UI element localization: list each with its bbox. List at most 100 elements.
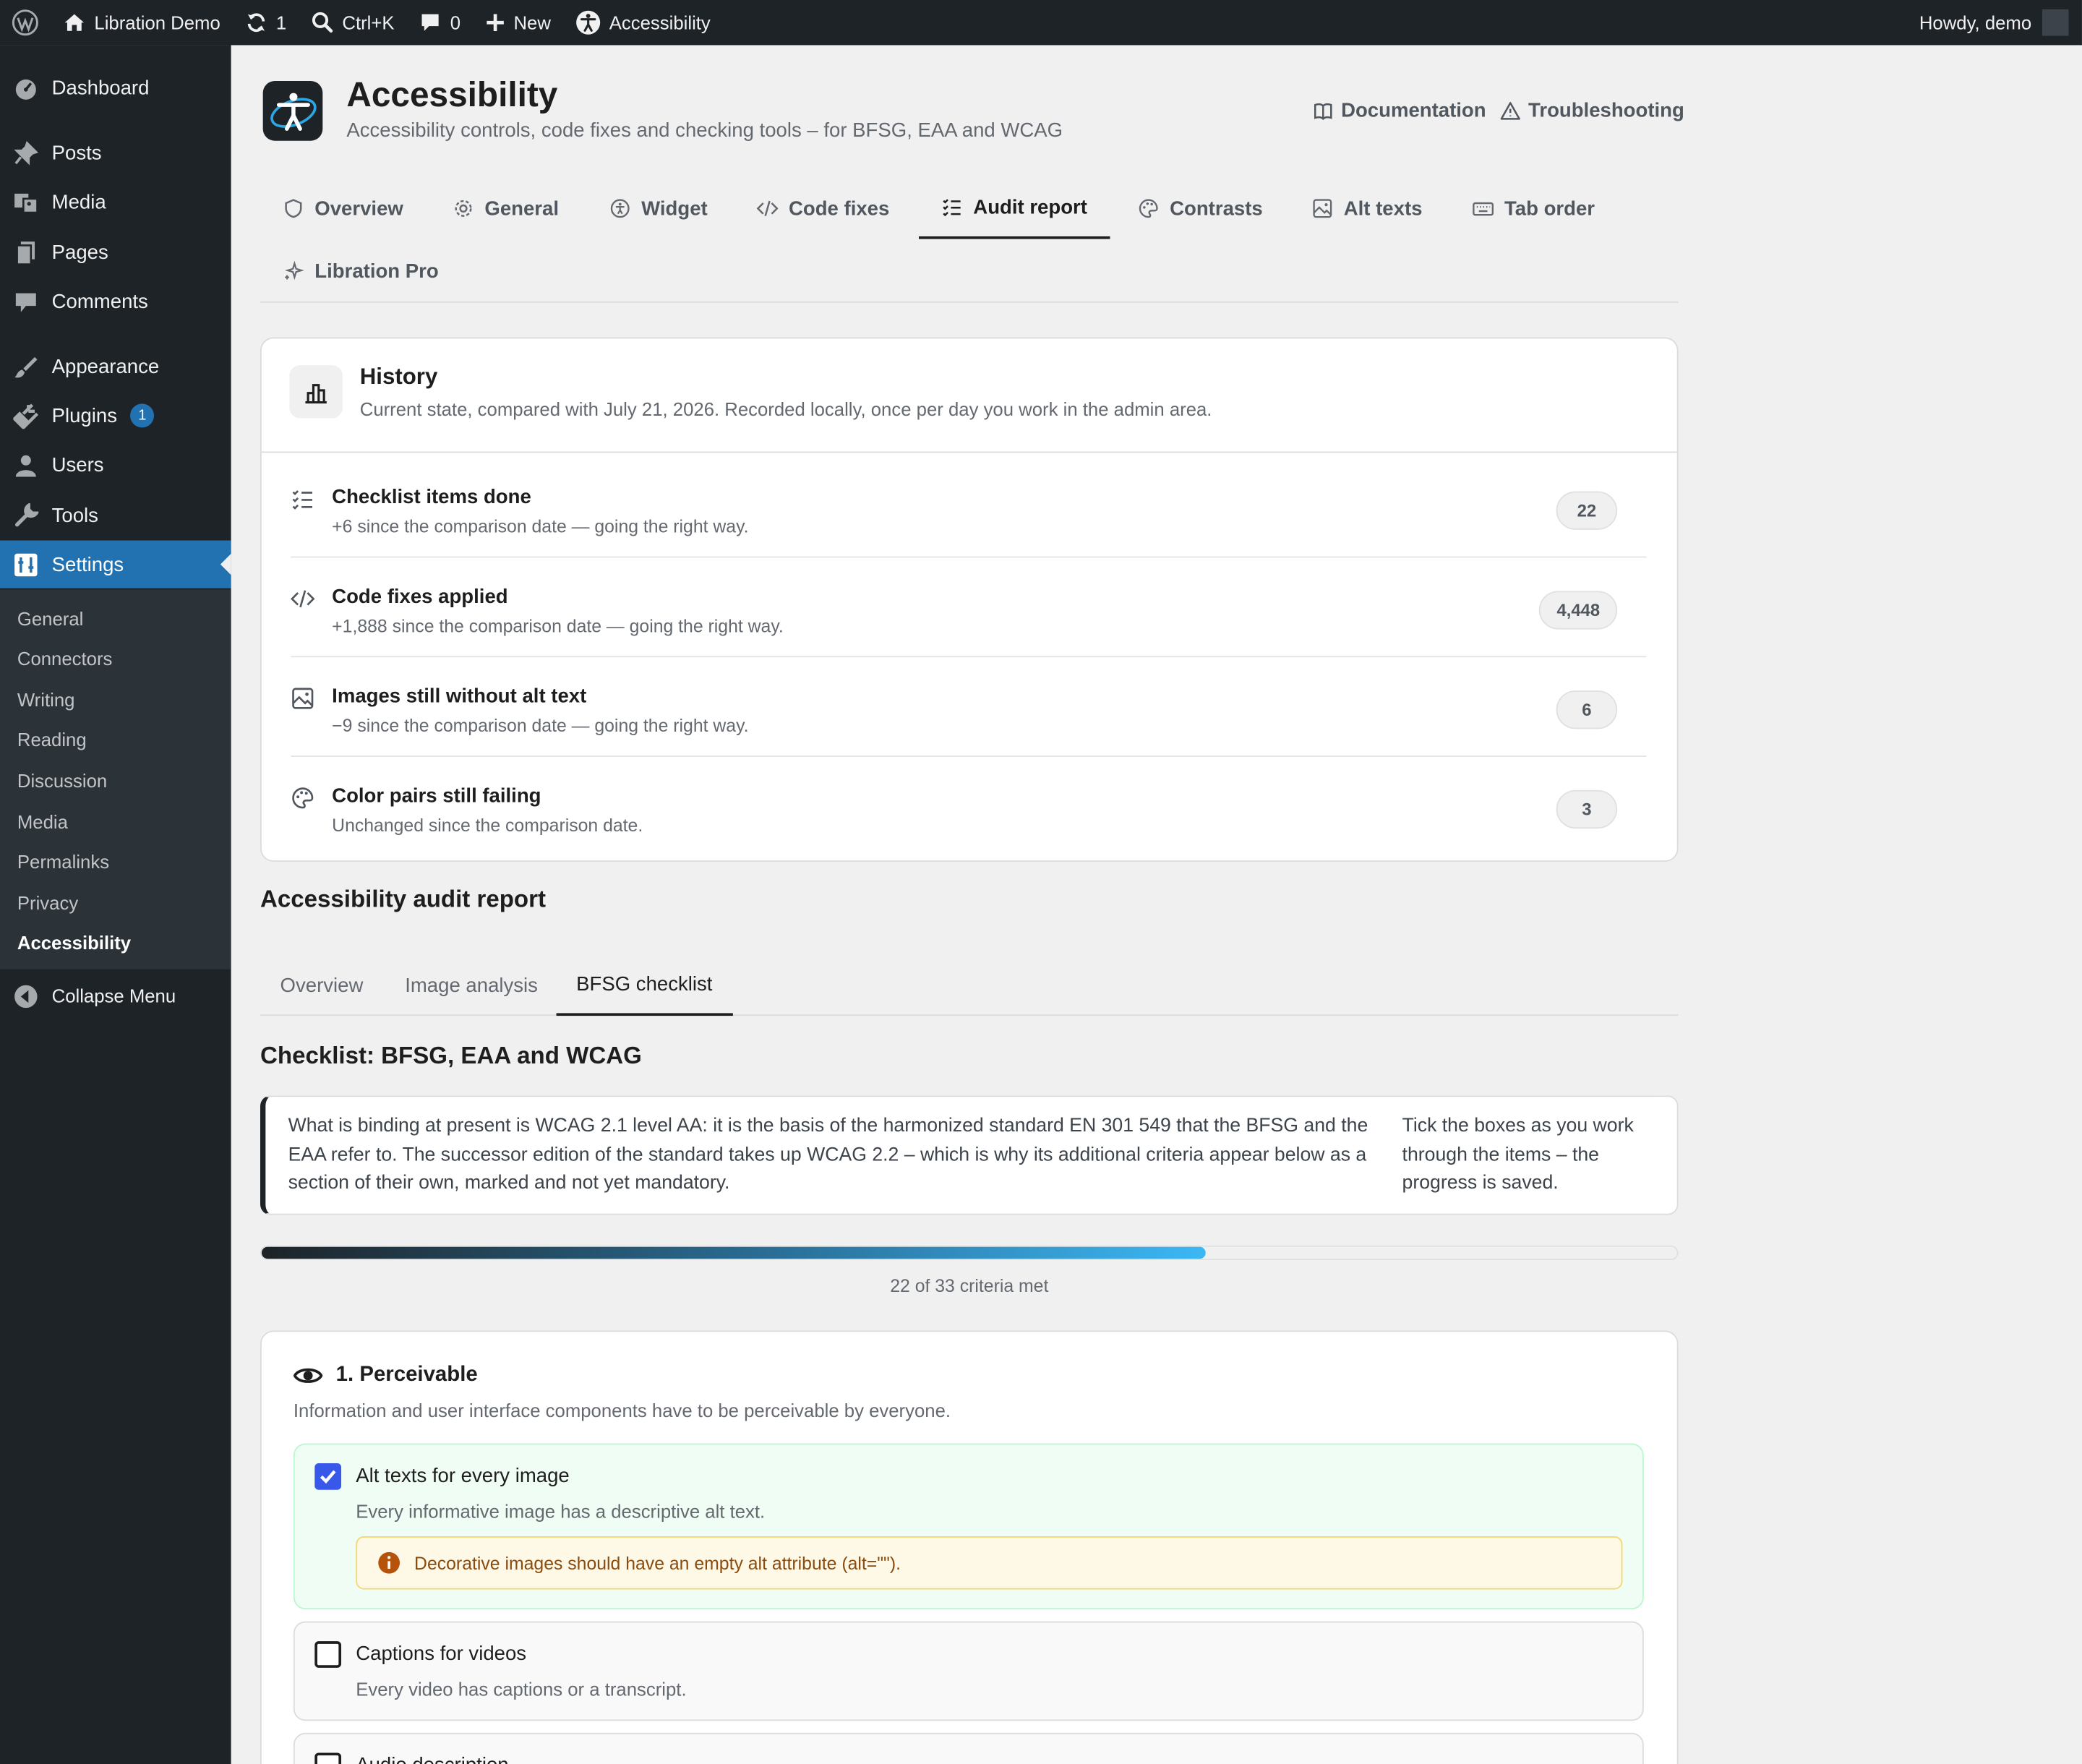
criterion-title: Audio description — [356, 1754, 508, 1764]
criterion-audio-description: Audio description — [293, 1732, 1644, 1764]
criterion-checkbox[interactable] — [314, 1463, 342, 1490]
tab-alt-texts[interactable]: Alt texts — [1289, 178, 1444, 239]
pin-icon — [13, 140, 39, 166]
tab-label: Contrasts — [1170, 197, 1263, 220]
documentation-link[interactable]: Documentation — [1313, 100, 1486, 122]
submenu-reading[interactable]: Reading — [17, 729, 87, 750]
criterion-alt-texts: Alt texts for every image Every informat… — [293, 1443, 1644, 1610]
documentation-label: Documentation — [1341, 99, 1486, 122]
menu-item-users[interactable]: Users — [0, 441, 231, 489]
menu-label-tools: Tools — [51, 504, 98, 527]
tab-label: Code fixes — [788, 197, 890, 220]
history-row-desc: +6 since the comparison date — going the… — [332, 516, 749, 537]
checklist-progress-label: 22 of 33 criteria met — [890, 1276, 1049, 1296]
menu-item-plugins[interactable]: Plugins 1 — [0, 392, 231, 440]
subtab-image-analysis[interactable]: Image analysis — [385, 956, 558, 1016]
wordpress-logo-button[interactable] — [0, 0, 51, 45]
menu-label-plugins: Plugins — [51, 404, 118, 427]
history-row-title: Color pairs still failing — [332, 784, 541, 808]
tab-contrasts[interactable]: Contrasts — [1115, 178, 1285, 239]
search-icon — [312, 12, 333, 33]
submenu-discussion[interactable]: Discussion — [17, 770, 107, 791]
code-icon — [756, 200, 779, 216]
accessibility-label: Accessibility — [609, 12, 711, 33]
comments-link[interactable]: 0 — [406, 0, 472, 45]
updates-link[interactable]: 1 — [232, 0, 298, 45]
checkmark-icon — [320, 1470, 336, 1484]
submenu-media[interactable]: Media — [17, 811, 68, 832]
menu-item-appearance[interactable]: Appearance — [0, 343, 231, 390]
comments-icon — [13, 288, 38, 314]
tab-overview[interactable]: Overview — [260, 178, 426, 239]
bar-chart-icon — [289, 365, 343, 419]
criterion-checkbox[interactable] — [314, 1752, 342, 1764]
comments-count: 0 — [450, 12, 461, 33]
menu-item-dashboard[interactable]: Dashboard — [0, 64, 231, 111]
menu-item-pages[interactable]: Pages — [0, 228, 231, 276]
current-menu-arrow — [220, 553, 231, 575]
history-row-title: Images still without alt text — [332, 685, 587, 708]
gear-icon — [455, 200, 472, 217]
menu-item-tools[interactable]: Tools — [0, 492, 231, 539]
submenu-permalinks[interactable]: Permalinks — [17, 851, 109, 872]
wrench-icon — [13, 502, 39, 528]
sparkle-icon — [284, 260, 304, 281]
tab-general[interactable]: General — [430, 178, 581, 239]
app-root: Libration Demo 1 Ctrl+K 0 New Accessibil… — [0, 0, 2082, 1764]
submenu-privacy[interactable]: Privacy — [17, 892, 78, 913]
palette-icon — [291, 786, 314, 816]
pages-icon — [13, 240, 38, 265]
tab-code-fixes[interactable]: Code fixes — [734, 178, 912, 239]
accessibility-adminbar-link[interactable]: Accessibility — [562, 0, 722, 45]
main-content: Accessibility Accessibility controls, co… — [231, 45, 2082, 1764]
submenu-accessibility[interactable]: Accessibility — [17, 932, 131, 953]
collapse-menu-button[interactable]: Collapse Menu — [0, 972, 231, 1019]
new-label: New — [513, 12, 551, 33]
home-icon — [64, 14, 85, 31]
tab-libration-pro[interactable]: Libration Pro — [260, 240, 461, 301]
menu-item-media[interactable]: Media — [0, 178, 231, 226]
tab-tab-order[interactable]: Tab order — [1450, 178, 1618, 239]
new-content-link[interactable]: New — [473, 0, 563, 45]
menu-item-comments[interactable]: Comments — [0, 278, 231, 325]
menu-label-users: Users — [51, 453, 104, 476]
submenu-writing[interactable]: Writing — [17, 689, 75, 710]
tab-label: Libration Pro — [314, 260, 439, 283]
page-subtitle: Accessibility controls, code fixes and c… — [346, 119, 1063, 142]
checklist-intro-text: What is binding at present is WCAG 2.1 l… — [288, 1115, 1368, 1194]
media-icon — [13, 189, 38, 215]
palette-icon — [1139, 199, 1158, 218]
criterion-hint: Decorative images should have an empty a… — [356, 1536, 1623, 1590]
tab-widget[interactable]: Widget — [587, 178, 730, 239]
subtab-overview[interactable]: Overview — [260, 956, 383, 1016]
menu-item-settings[interactable]: Settings — [0, 540, 231, 588]
my-account-link[interactable]: Howdy, demo — [1907, 0, 2082, 45]
criterion-checkbox[interactable] — [314, 1641, 342, 1668]
checklist-intro-notice: What is binding at present is WCAG 2.1 l… — [260, 1095, 1679, 1215]
tab-audit-report[interactable]: Audit report — [918, 178, 1110, 239]
tab-label: Audit report — [973, 195, 1087, 219]
history-row-value: 3 — [1556, 789, 1618, 829]
perceivable-subtitle: Information and user interface component… — [293, 1399, 951, 1421]
submenu-general[interactable]: General — [17, 608, 83, 629]
menu-label-media: Media — [51, 190, 106, 213]
plus-icon — [487, 14, 504, 31]
plugins-update-badge: 1 — [130, 403, 155, 428]
plugin-tab-nav: Overview General Widget Code fixes Audit… — [260, 178, 1679, 303]
tab-label: General — [484, 197, 560, 220]
subtab-bfsg-checklist[interactable]: BFSG checklist — [556, 956, 732, 1016]
howdy-text: Howdy, demo — [1919, 12, 2032, 33]
history-row-title: Code fixes applied — [332, 585, 508, 609]
troubleshooting-link[interactable]: Troubleshooting — [1500, 100, 1684, 122]
page-title: Accessibility — [346, 74, 558, 114]
history-row-value: 4,448 — [1539, 591, 1618, 630]
tab-label: Widget — [641, 197, 708, 220]
checklist-side-note: Tick the boxes as you work through the i… — [1402, 1115, 1634, 1194]
tab-label: Overview — [314, 197, 403, 220]
site-name-link[interactable]: Libration Demo — [51, 0, 233, 45]
users-icon — [13, 452, 38, 477]
submenu-connectors[interactable]: Connectors — [17, 648, 112, 669]
menu-label-appearance: Appearance — [51, 355, 160, 378]
menu-item-posts[interactable]: Posts — [0, 129, 231, 176]
command-search-button[interactable]: Ctrl+K — [299, 0, 406, 45]
